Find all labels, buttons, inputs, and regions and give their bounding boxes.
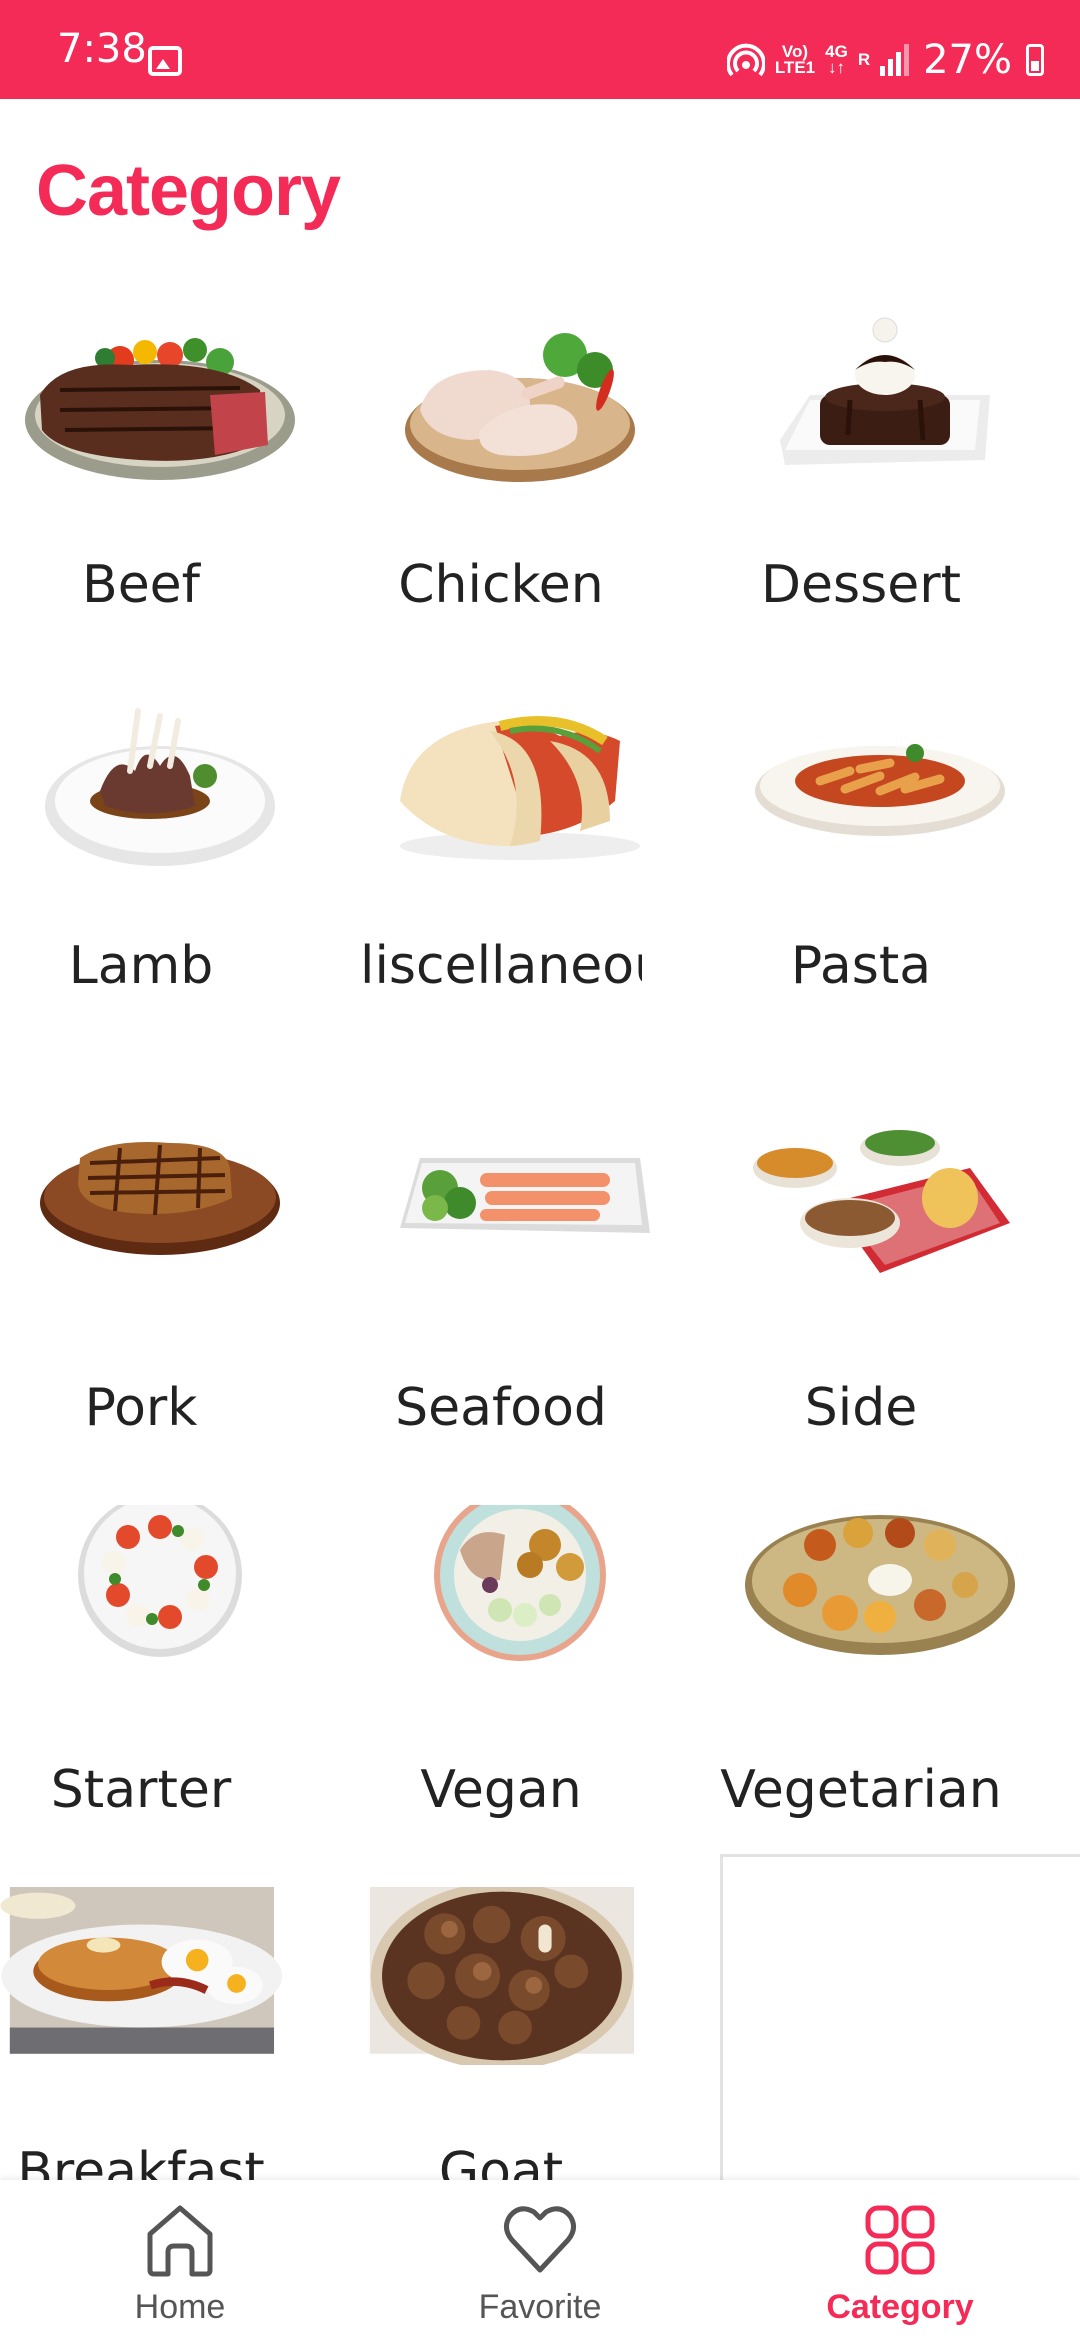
network-indicator: 4G ↓↑ bbox=[825, 42, 848, 77]
grid-icon bbox=[865, 2205, 935, 2275]
category-card-miscellaneous[interactable]: liscellaneou bbox=[360, 641, 720, 1022]
category-label: Breakfast bbox=[17, 2142, 265, 2180]
category-card-lamb[interactable]: Lamb bbox=[0, 641, 360, 1022]
roaming-indicator: R bbox=[857, 50, 871, 69]
bottom-navigation: Home Favorite Category bbox=[0, 2180, 1080, 2340]
category-label: Goat bbox=[438, 2142, 564, 2180]
status-time: 7:38 bbox=[57, 26, 147, 72]
side-dishes-image bbox=[753, 1130, 1010, 1273]
nav-favorite[interactable]: Favorite bbox=[360, 2202, 720, 2327]
category-card-chicken[interactable]: Chicken bbox=[360, 260, 720, 641]
category-label: liscellaneou bbox=[360, 936, 642, 996]
signal-bars-icon bbox=[880, 44, 910, 76]
volte-indicator: Vo) LTE1 bbox=[774, 42, 816, 77]
home-icon bbox=[147, 2205, 213, 2277]
lamb-chops-image bbox=[45, 708, 275, 866]
nav-home-label: Home bbox=[134, 2288, 226, 2326]
category-card-pasta[interactable]: Pasta bbox=[720, 641, 1080, 1022]
nav-home[interactable]: Home bbox=[0, 2202, 360, 2327]
category-card-vegan[interactable]: Vegan bbox=[360, 1465, 720, 1846]
category-label: Seafood bbox=[395, 1378, 607, 1438]
status-icons: Vo) LTE1 4G ↓↑ R 27% bbox=[726, 37, 1044, 83]
pancakes-eggs-image bbox=[0, 1887, 282, 2054]
goat-curry-image bbox=[369, 1887, 635, 2065]
chicken-legs-image bbox=[405, 333, 635, 482]
category-card-side[interactable]: Side bbox=[720, 1083, 1080, 1464]
nav-category[interactable]: Category bbox=[720, 2202, 1080, 2327]
heart-icon bbox=[504, 2206, 576, 2273]
battery-percent: 27% bbox=[923, 37, 1012, 83]
category-label: Pasta bbox=[790, 936, 932, 996]
pork-chop-image bbox=[40, 1142, 280, 1255]
chocolate-cake-image bbox=[780, 317, 990, 465]
category-label: Vegan bbox=[420, 1760, 582, 1820]
category-label: Starter bbox=[50, 1760, 232, 1820]
page-title: Category bbox=[36, 151, 341, 231]
category-card-dessert[interactable]: Dessert bbox=[720, 260, 1080, 641]
category-card-starter[interactable]: Starter bbox=[0, 1465, 360, 1846]
category-card-beef[interactable]: Beef bbox=[0, 260, 360, 641]
category-label: Chicken bbox=[398, 555, 604, 615]
category-label: Side bbox=[804, 1378, 918, 1438]
salmon-platter-image bbox=[400, 1158, 650, 1233]
category-card-seafood[interactable]: Seafood bbox=[360, 1083, 720, 1464]
category-card-vegetarian[interactable]: Vegetarian bbox=[720, 1465, 1080, 1846]
category-card-pork[interactable]: Pork bbox=[0, 1083, 360, 1464]
gallery-notification-icon bbox=[148, 46, 182, 76]
nav-category-label: Category bbox=[826, 2288, 974, 2326]
vegan-bowl-image bbox=[434, 1505, 606, 1661]
pasta-bowl-image bbox=[755, 744, 1005, 836]
status-bar: 7:38 Vo) LTE1 4G ↓↑ R 27% bbox=[0, 0, 1080, 99]
caprese-plate-image bbox=[78, 1505, 242, 1657]
category-label: Beef bbox=[82, 555, 200, 615]
steak-plate-image bbox=[25, 338, 295, 480]
nav-favorite-label: Favorite bbox=[478, 2288, 602, 2326]
hotspot-icon bbox=[726, 43, 765, 77]
empty-grid-panel bbox=[720, 1854, 1080, 2187]
thali-plate-image bbox=[745, 1515, 1015, 1655]
category-label: Dessert bbox=[761, 555, 961, 615]
category-label: Pork bbox=[84, 1378, 198, 1438]
category-card-goat[interactable]: Goat bbox=[360, 1847, 720, 2180]
tacos-image bbox=[400, 716, 640, 860]
category-label: Lamb bbox=[68, 936, 214, 996]
category-card-breakfast[interactable]: Breakfast bbox=[0, 1847, 360, 2180]
battery-icon bbox=[1026, 44, 1044, 76]
category-label: Vegetarian bbox=[720, 1760, 1002, 1820]
